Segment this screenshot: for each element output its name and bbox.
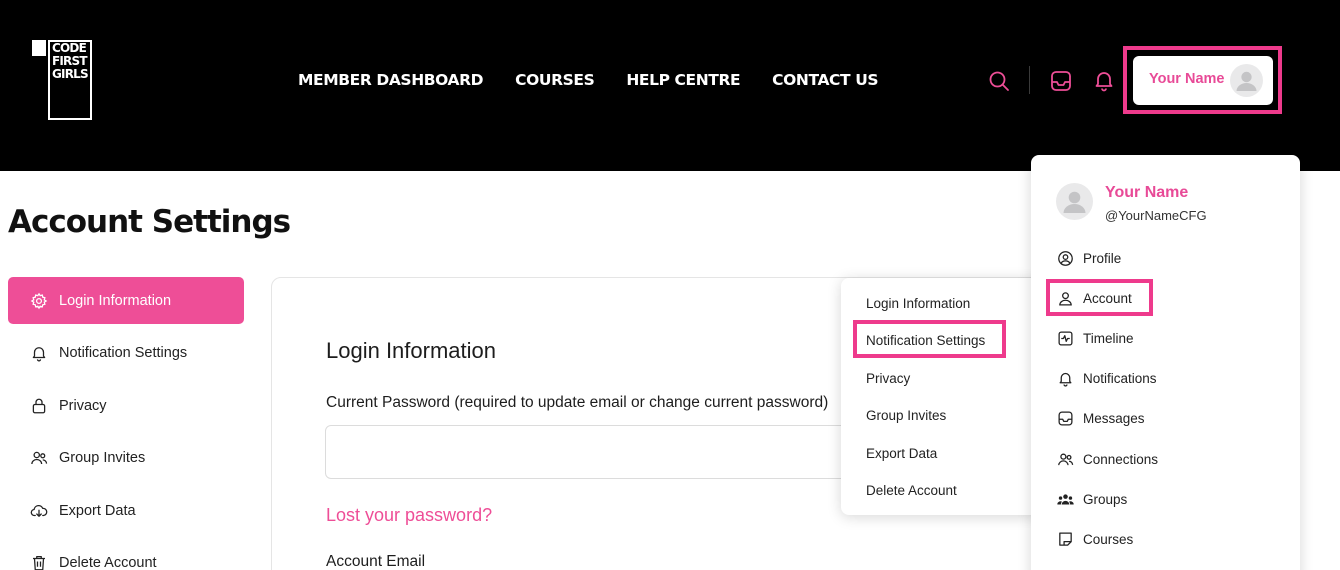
- sidebar-item-label: Privacy: [59, 397, 107, 414]
- dropdown-item-connections[interactable]: Connections: [1057, 449, 1158, 469]
- logo-text: CODE FIRST GIRLS: [52, 41, 89, 81]
- account-item-highlight: [1046, 279, 1153, 316]
- submenu-item-group-invites[interactable]: Group Invites: [866, 408, 946, 423]
- header-divider: [1029, 66, 1030, 94]
- notification-settings-highlight: [853, 320, 1006, 358]
- user-circle-icon: [1057, 250, 1074, 267]
- dropdown-item-label: Notifications: [1083, 370, 1157, 386]
- page-title: Account Settings: [8, 204, 291, 240]
- main-nav: MEMBER DASHBOARD COURSES HELP CENTRE CON…: [298, 69, 879, 91]
- section-title: Login Information: [326, 338, 496, 363]
- sidebar-item-label: Login Information: [59, 292, 172, 309]
- avatar-placeholder-icon: [1230, 64, 1263, 97]
- activity-icon: [1057, 330, 1074, 347]
- lost-password-link[interactable]: Lost your password?: [326, 505, 492, 526]
- sidebar-item-login-information[interactable]: Login Information: [8, 277, 244, 324]
- trash-icon: [30, 554, 48, 570]
- bell-icon[interactable]: [1092, 68, 1116, 92]
- inbox-icon: [1057, 410, 1074, 427]
- submenu-item-privacy[interactable]: Privacy: [866, 371, 910, 386]
- current-password-label: Current Password (required to update ema…: [326, 394, 829, 411]
- sidebar-item-delete-account[interactable]: Delete Account: [8, 540, 244, 570]
- sidebar-item-label: Notification Settings: [59, 345, 188, 361]
- lock-icon: [30, 397, 48, 415]
- submenu-item-delete-account[interactable]: Delete Account: [866, 483, 957, 498]
- submenu-item-login-information[interactable]: Login Information: [866, 296, 970, 311]
- search-icon[interactable]: [987, 69, 1011, 93]
- cloud-download-icon: [30, 502, 48, 520]
- dropdown-item-profile[interactable]: Profile: [1057, 248, 1121, 268]
- nav-member-dashboard[interactable]: MEMBER DASHBOARD: [298, 69, 484, 91]
- logo-notch: [32, 40, 46, 56]
- sidebar-item-export-data[interactable]: Export Data: [8, 487, 244, 534]
- inbox-icon[interactable]: [1049, 69, 1073, 93]
- dropdown-item-label: Courses: [1083, 531, 1134, 547]
- sidebar-item-notification-settings[interactable]: Notification Settings: [8, 330, 244, 377]
- dropdown-user-name[interactable]: Your Name: [1105, 184, 1188, 202]
- dropdown-item-label: Timeline: [1083, 330, 1134, 346]
- sidebar-item-label: Delete Account: [59, 555, 157, 570]
- users-icon: [30, 449, 48, 467]
- dropdown-item-messages[interactable]: Messages: [1057, 408, 1145, 428]
- dropdown-item-label: Groups: [1083, 491, 1128, 507]
- dropdown-user-handle: @YourNameCFG: [1105, 208, 1207, 223]
- sidebar-item-group-invites[interactable]: Group Invites: [8, 435, 244, 482]
- submenu-item-export-data[interactable]: Export Data: [866, 446, 937, 461]
- profile-menu-button[interactable]: Your Name: [1133, 56, 1273, 105]
- account-submenu: Login Information Notification Settings …: [841, 278, 1042, 515]
- dropdown-item-label: Connections: [1083, 451, 1159, 467]
- dropdown-item-timeline[interactable]: Timeline: [1057, 328, 1134, 348]
- sidebar-item-label: Group Invites: [59, 450, 146, 466]
- gear-icon: [30, 292, 48, 310]
- course-icon: [1057, 531, 1074, 548]
- current-password-input[interactable]: [325, 425, 865, 479]
- dropdown-item-label: Profile: [1083, 250, 1122, 266]
- profile-button-name: Your Name: [1149, 71, 1225, 87]
- dropdown-item-groups[interactable]: Groups: [1057, 489, 1127, 509]
- groups-icon: [1057, 491, 1074, 508]
- sidebar-item-privacy[interactable]: Privacy: [8, 382, 244, 429]
- nav-courses[interactable]: COURSES: [515, 69, 595, 91]
- dropdown-item-courses[interactable]: Courses: [1057, 529, 1133, 549]
- sidebar-item-label: Export Data: [59, 502, 136, 519]
- avatar-placeholder-icon: [1056, 183, 1093, 220]
- bell-icon: [30, 344, 48, 362]
- code-first-girls-logo[interactable]: CODE FIRST GIRLS: [30, 40, 92, 122]
- dropdown-item-label: Messages: [1083, 410, 1145, 426]
- settings-sidebar: Login Information Notification Settings …: [8, 277, 244, 570]
- nav-contact-us[interactable]: CONTACT US: [772, 69, 878, 91]
- users-icon: [1057, 451, 1074, 468]
- account-email-label: Account Email: [326, 553, 426, 570]
- nav-help-centre[interactable]: HELP CENTRE: [626, 69, 740, 91]
- dropdown-item-notifications[interactable]: Notifications: [1057, 368, 1157, 388]
- bell-icon: [1057, 370, 1074, 387]
